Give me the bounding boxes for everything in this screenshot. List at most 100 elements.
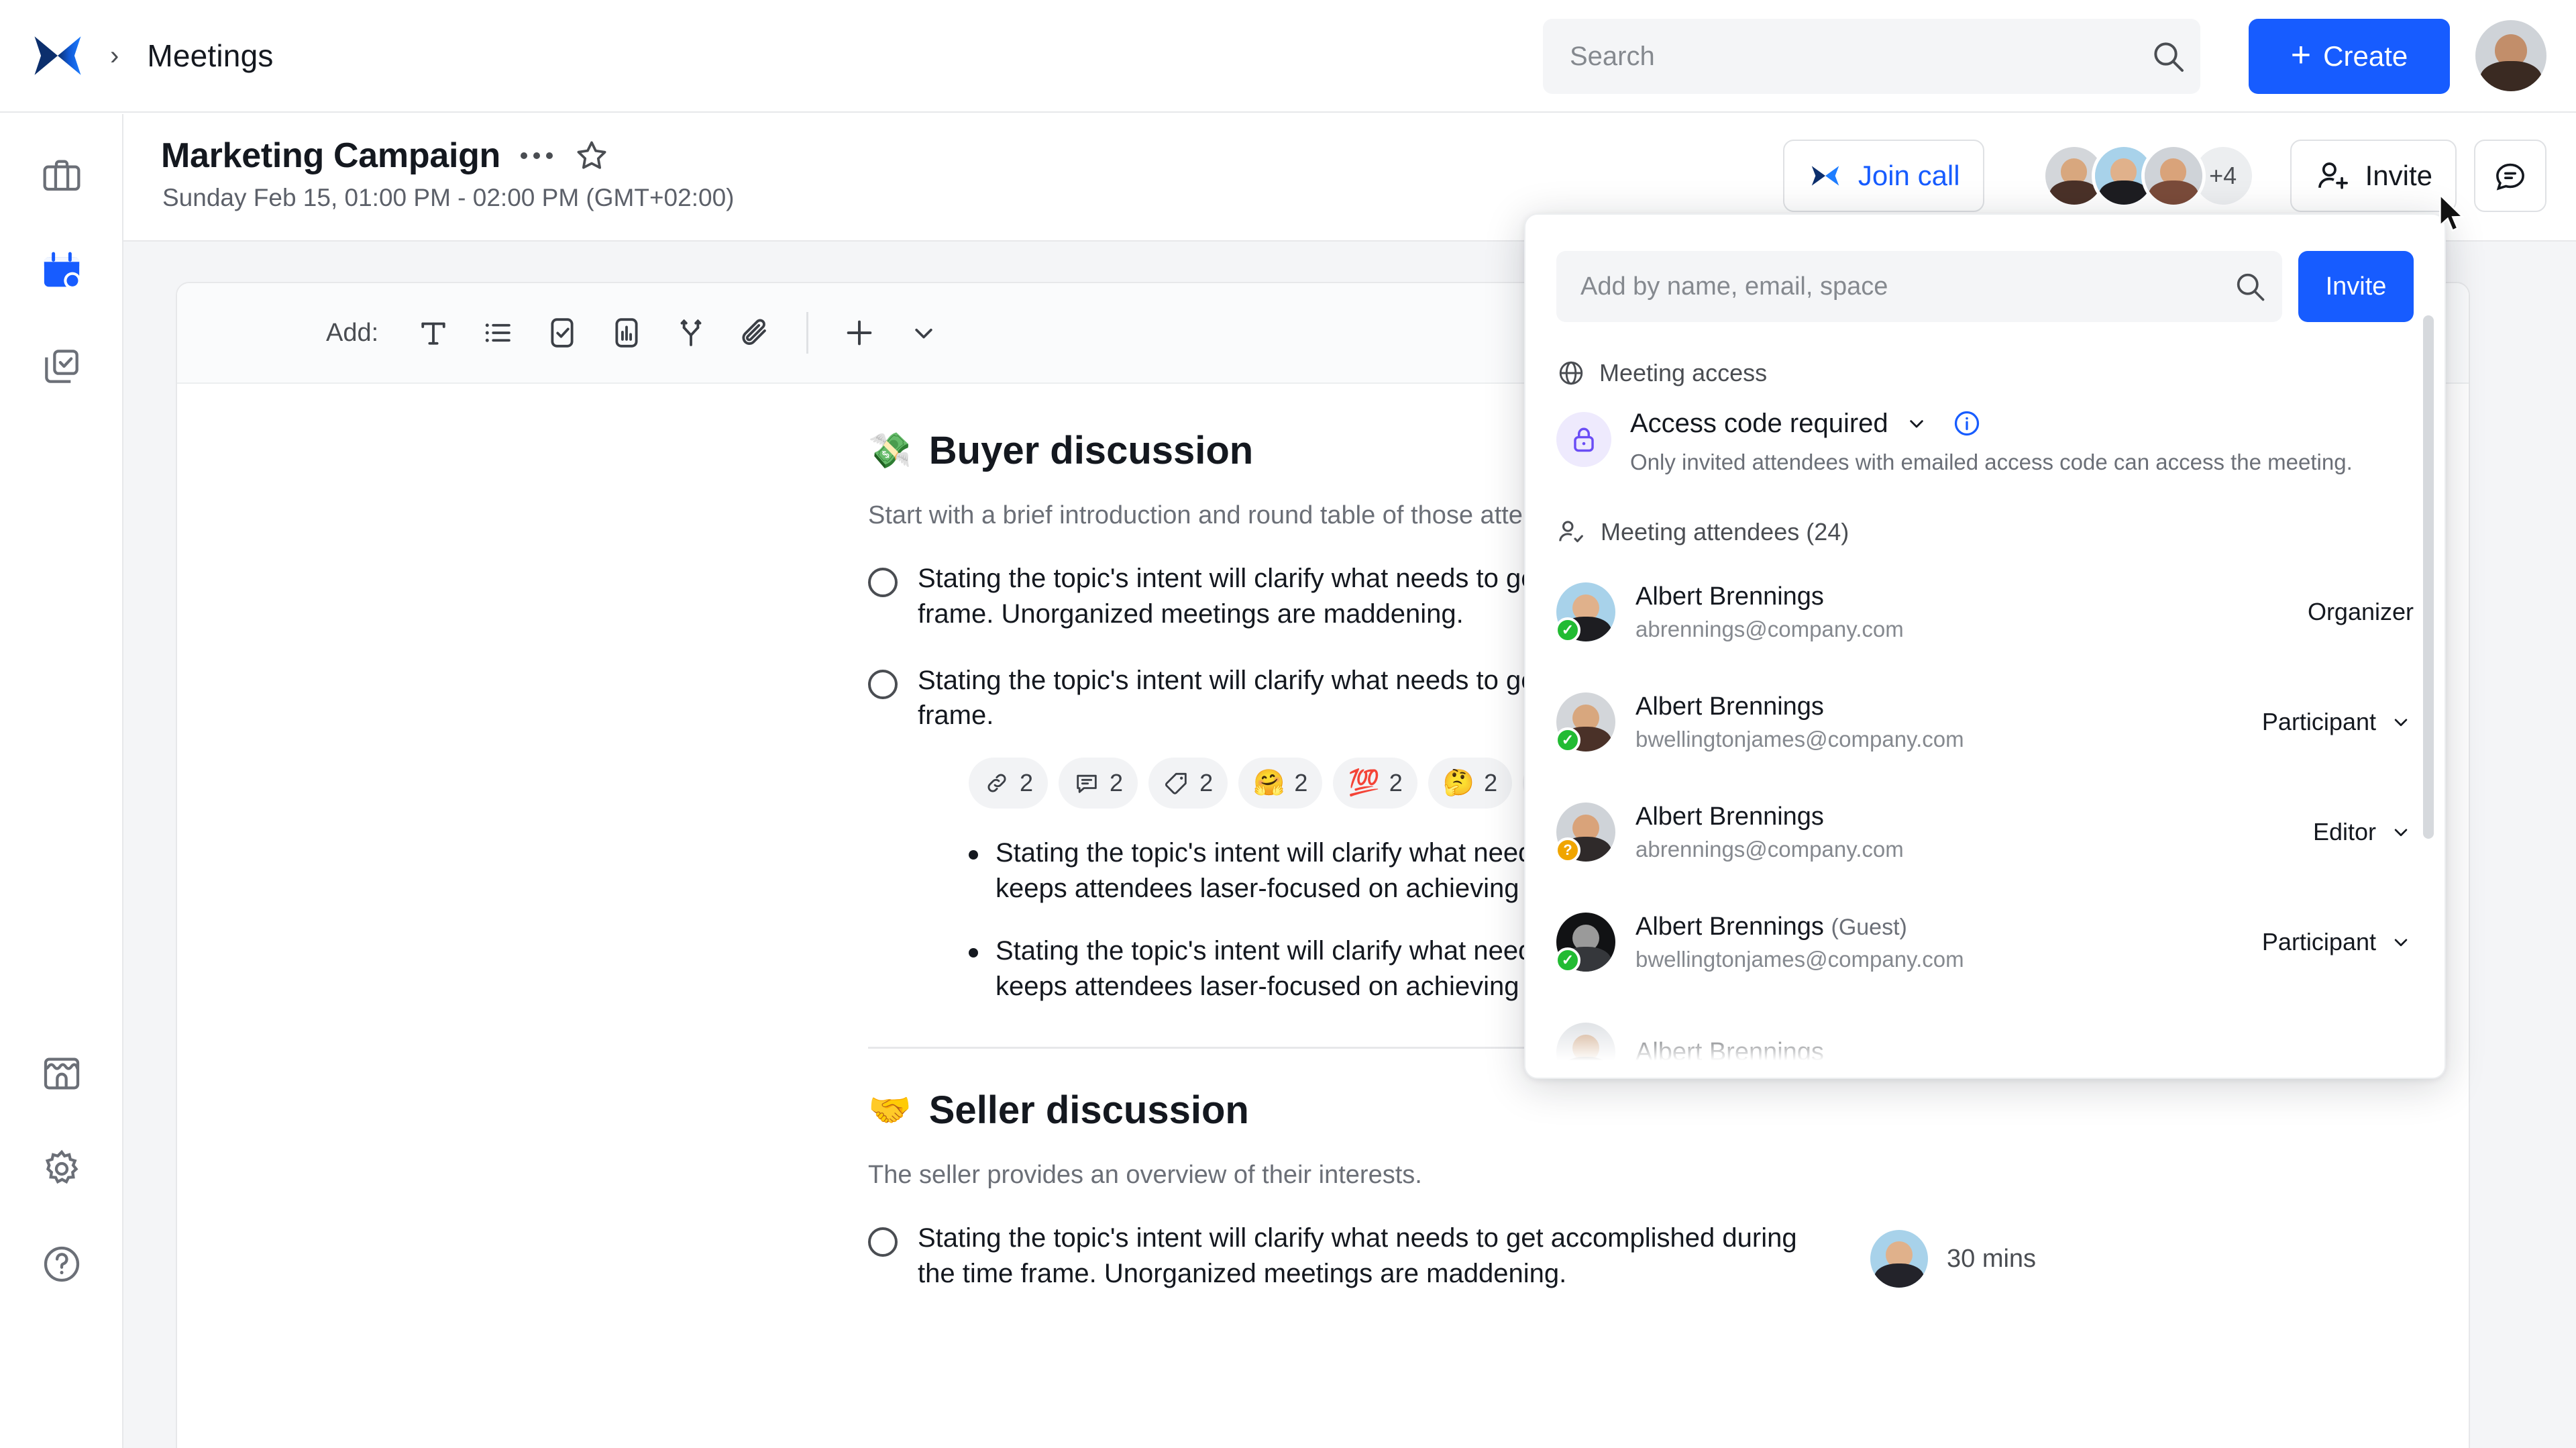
checkbox-icon[interactable] (868, 669, 898, 699)
reaction-thinking[interactable]: 🤔 2 (1428, 758, 1513, 809)
toolbar-label: Add: (326, 318, 379, 347)
attendee-role-label: Organizer (2307, 598, 2414, 625)
attendee-role: Organizer (2308, 598, 2414, 626)
sidebar-item-help[interactable] (30, 1232, 94, 1296)
reaction-link[interactable]: 2 (969, 758, 1049, 809)
reaction-tag[interactable]: 2 (1148, 758, 1228, 809)
join-call-label: Join call (1858, 160, 1960, 191)
avatar[interactable]: ✓ (1555, 582, 1615, 643)
attendees-label: Meeting attendees (24) (1601, 518, 1849, 546)
bulleted-list-tool-icon[interactable] (466, 301, 530, 365)
search-input[interactable] (1543, 41, 2136, 72)
section-title: Buyer discussion (928, 429, 1254, 472)
avatar[interactable] (2141, 144, 2206, 208)
popover-scrollbar[interactable] (2423, 315, 2434, 839)
avatar[interactable]: ✓ (1555, 913, 1615, 973)
poll-tool-icon[interactable] (594, 301, 659, 365)
invite-popover: Invite Meeting access Access code requir (1524, 213, 2446, 1079)
sidebar-item-tasks[interactable] (30, 334, 94, 399)
status-badge-tentative: ? (1555, 837, 1580, 863)
avatar[interactable] (1870, 1230, 1928, 1288)
reaction-count: 2 (1484, 769, 1498, 797)
sidebar-item-settings[interactable] (30, 1137, 94, 1201)
access-option-row[interactable]: Access code required (1630, 408, 2353, 439)
invite-search-field[interactable] (1556, 251, 2282, 322)
attendee-name: Albert Brennings (1635, 802, 1824, 831)
more-options-icon[interactable] (517, 143, 557, 168)
join-call-button[interactable]: Join call (1782, 140, 1984, 212)
plus-icon: + (2290, 36, 2312, 74)
avatar[interactable]: ✓ (1555, 692, 1615, 753)
list-item[interactable]: ✓ Albert Brennings (Guest) bwellingtonja… (1525, 887, 2445, 997)
create-button[interactable]: + Create (2249, 19, 2450, 94)
create-button-label: Create (2323, 40, 2408, 72)
breadcrumb-separator: › (110, 41, 119, 70)
avatar[interactable] (1556, 1023, 1615, 1078)
attendee-role-dropdown[interactable]: Participant (2262, 928, 2414, 956)
user-avatar[interactable] (2475, 20, 2546, 91)
invite-search-input[interactable] (1556, 272, 2218, 301)
chevron-down-icon[interactable] (892, 301, 956, 365)
sidebar-item-calendar[interactable] (30, 239, 94, 303)
duration-label: 30 mins (1947, 1244, 2037, 1273)
status-badge-accepted: ✓ (1555, 727, 1580, 753)
toolbar-divider (806, 312, 809, 354)
reaction-hug[interactable]: 🤗 2 (1238, 758, 1323, 809)
attendee-role-dropdown[interactable]: Editor (2313, 818, 2414, 846)
checklist-item-text: Stating the topic's intent will clarify … (918, 1223, 1797, 1289)
checklist-item-meta: 30 mins (1870, 1226, 2036, 1292)
reaction-count: 2 (1020, 769, 1034, 797)
attendee-role-label: Editor (2312, 818, 2376, 845)
header-actions: Join call +4 Invite (1782, 140, 2546, 212)
text-tool-icon[interactable] (401, 301, 466, 365)
attendee-role-dropdown[interactable]: Participant (2262, 708, 2414, 736)
global-search[interactable] (1543, 19, 2200, 94)
attendee-name: Albert Brennings (1635, 692, 1824, 721)
chevron-down-icon (2394, 829, 2408, 837)
reaction-comment[interactable]: 2 (1059, 758, 1138, 809)
add-block-icon[interactable] (827, 301, 892, 365)
checklist-item[interactable]: Stating the topic's intent will clarify … (868, 1221, 2415, 1292)
hundred-points-emoji-icon: 💯 (1348, 769, 1380, 798)
reaction-count: 2 (1199, 769, 1214, 797)
decision-tool-icon[interactable] (659, 301, 723, 365)
meeting-access-row: Access code required Only invited attend… (1525, 388, 2445, 475)
search-icon[interactable] (2218, 269, 2282, 304)
breadcrumb-title[interactable]: Meetings (147, 38, 273, 74)
star-icon[interactable] (573, 137, 610, 174)
bullet-point-icon (969, 850, 978, 860)
thinking-face-emoji-icon: 🤔 (1442, 769, 1475, 798)
section-seller-discussion: 🤝 Seller discussion The seller provides … (177, 1088, 2469, 1292)
list-item[interactable]: Albert Brennings (1525, 997, 2445, 1078)
checklist-tool-icon[interactable] (530, 301, 594, 365)
reaction-count: 2 (1389, 769, 1403, 797)
invite-button[interactable]: Invite (2290, 140, 2457, 212)
sidebar-item-marketplace[interactable] (30, 1041, 94, 1106)
attendee-list: ✓ Albert Brennings abrennings@company.co… (1525, 557, 2445, 1078)
app-logo-icon[interactable] (25, 23, 90, 88)
info-icon (1954, 411, 1979, 436)
avatar[interactable]: ? (1555, 803, 1615, 863)
app-window: › Meetings + Create (0, 0, 2576, 1448)
search-icon[interactable] (2136, 38, 2200, 75)
invite-submit-button[interactable]: Invite (2298, 251, 2414, 322)
attendee-role-label: Participant (2261, 708, 2376, 735)
list-item[interactable]: ✓ Albert Brennings abrennings@company.co… (1525, 557, 2445, 667)
reaction-hundred[interactable]: 💯 2 (1333, 758, 1417, 809)
access-option-label: Access code required (1630, 408, 1888, 438)
attachment-tool-icon[interactable] (723, 301, 788, 365)
lock-icon (1556, 412, 1611, 467)
list-item[interactable]: ✓ Albert Brennings bwellingtonjames@comp… (1525, 667, 2445, 777)
list-item[interactable]: ? Albert Brennings abrennings@company.co… (1525, 777, 2445, 887)
chevron-down-icon (2394, 719, 2408, 727)
globe-icon (1559, 361, 1583, 385)
attendee-email: abrennings@company.com (1635, 836, 1904, 862)
invite-search-row: Invite (1525, 215, 2445, 322)
money-wings-emoji-icon: 💸 (868, 431, 912, 470)
status-badge-accepted: ✓ (1555, 617, 1580, 643)
checkbox-icon[interactable] (868, 568, 898, 597)
checkbox-icon[interactable] (868, 1227, 898, 1257)
attendee-avatar-stack[interactable]: +4 (2041, 144, 2255, 208)
sidebar-item-briefcase[interactable] (30, 144, 94, 208)
comment-icon[interactable] (2474, 140, 2546, 212)
